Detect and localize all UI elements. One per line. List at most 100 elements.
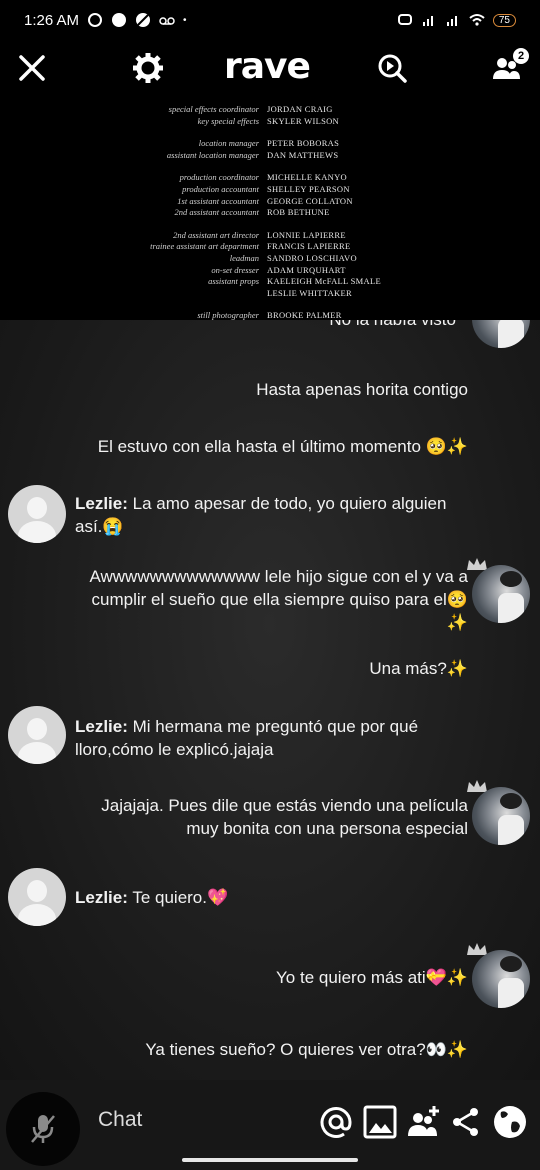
- share-icon: [453, 1108, 478, 1136]
- credit-row: production accountant SHELLEY PEARSON: [0, 184, 540, 196]
- message-text: Jajajaja. Pues dile que estás viendo una…: [101, 796, 468, 815]
- at-icon: [320, 1107, 352, 1138]
- credit-row: trainee assistant art department FRANCIS …: [0, 241, 540, 253]
- credit-row: on-set dresser ADAM URQUHART: [0, 265, 540, 277]
- mention-button[interactable]: [316, 1102, 356, 1142]
- credits-roll: special effects coordinator JORDAN CRAIG k…: [0, 104, 540, 320]
- notification-icon: [88, 13, 103, 27]
- globe-button[interactable]: [490, 1102, 530, 1142]
- message-text: Hasta apenas horita contigo: [256, 380, 468, 399]
- credit-role: 2nd assistant art director: [173, 229, 259, 240]
- message-bubble: Una más?✨: [168, 657, 468, 680]
- credit-row: 2nd assistant art director LONNIE LAPIERR…: [0, 230, 540, 242]
- home-indicator: [182, 1158, 358, 1162]
- credit-name: KAELEIGH McFALL SMALE: [267, 276, 381, 287]
- close-button[interactable]: [12, 48, 52, 88]
- avatar[interactable]: [8, 868, 66, 926]
- credit-role: [0, 288, 267, 300]
- close-icon: [19, 55, 45, 81]
- avatar[interactable]: [472, 950, 530, 1008]
- chat-input[interactable]: Chat: [98, 1108, 142, 1132]
- status-time: 1:26 AM: [24, 11, 80, 29]
- rave-logo: rave: [224, 46, 311, 87]
- image-icon: [363, 1105, 397, 1139]
- credit-row: 1st assistant accountant GEORGE COLLATON: [0, 196, 540, 208]
- credit-name: LESLIE WHITTAKER: [267, 287, 352, 298]
- credit-row: still photographer BROOKE PALMER: [0, 310, 540, 320]
- credit-name: ROB BETHUNE: [267, 207, 330, 218]
- message-text: Una más?✨: [369, 659, 468, 678]
- credit-row: production coordinator MICHELLE KANYO: [0, 172, 540, 184]
- message-bubble: Awwwwwwwwwwwww lele hijo sigue con el y …: [28, 565, 468, 634]
- credit-gap: [0, 299, 540, 310]
- message-text: Te quiero.💖: [132, 888, 229, 907]
- battery-indicator: 75: [492, 13, 516, 27]
- search-video-button[interactable]: [372, 48, 412, 88]
- credit-row: assistant props KAELEIGH McFALL SMALE: [0, 276, 540, 288]
- credit-row: leadman SANDRO LOSCHIAVO: [0, 253, 540, 265]
- credit-role: location manager: [198, 138, 259, 149]
- credit-row: assistant location manager DAN MATTHEWS: [0, 150, 540, 162]
- top-bar: rave 2: [0, 40, 540, 96]
- message-text: ✨: [446, 613, 468, 632]
- credit-role: on-set dresser: [211, 264, 259, 275]
- message-bubble: Lezlie: Te quiero.💖: [75, 886, 475, 909]
- wifi-icon: [469, 14, 485, 26]
- settings-button[interactable]: [128, 48, 168, 88]
- message-bubble: No la había visto: [136, 320, 456, 331]
- credit-role: assistant props: [208, 276, 259, 287]
- status-bar: 1:26 AM • 75: [0, 0, 540, 40]
- blocked-icon: [136, 13, 151, 27]
- mic-button[interactable]: [6, 1092, 80, 1166]
- credit-role: 2nd assistant accountant: [174, 207, 259, 218]
- avatar[interactable]: [472, 565, 530, 623]
- message-bubble: Yo te quiero más ati💝✨: [108, 966, 468, 989]
- credit-role: still photographer: [197, 310, 259, 320]
- message-text: Yo te quiero más ati💝✨: [276, 968, 468, 987]
- credit-row: location manager PETER BOBORAS: [0, 138, 540, 150]
- message-text: Ya tienes sueño? O quieres ver otra?👀✨: [145, 1040, 468, 1059]
- avatar[interactable]: [8, 706, 66, 764]
- credit-gap: [0, 219, 540, 230]
- credit-gap: [0, 161, 540, 172]
- rave-notification-icon: [112, 13, 127, 27]
- credit-name: SKYLER WILSON: [267, 115, 339, 126]
- credit-name: LONNIE LAPIERRE: [267, 229, 346, 240]
- credit-row: LESLIE WHITTAKER: [0, 288, 540, 300]
- credit-role: key special effects: [197, 115, 259, 126]
- voicemail-icon: [159, 17, 175, 25]
- credit-gap: [0, 127, 540, 138]
- message-text: muy bonita con una persona especial: [186, 819, 468, 838]
- globe-icon: [494, 1106, 526, 1138]
- credit-name: FRANCIS LAPIERRE: [267, 241, 351, 252]
- credit-row: key special effects SKYLER WILSON: [0, 116, 540, 128]
- message-text: El estuvo con ella hasta el último momen…: [97, 437, 468, 456]
- message-text: No la había visto: [329, 320, 456, 329]
- credit-name: SANDRO LOSCHIAVO: [267, 252, 357, 263]
- avatar[interactable]: [472, 787, 530, 845]
- participants-badge: 2: [513, 48, 529, 64]
- message-text: cumplir el sueño que ella siempre quiso …: [91, 590, 468, 609]
- credit-role: 1st assistant accountant: [177, 195, 259, 206]
- message-bubble: El estuvo con ella hasta el último momen…: [8, 435, 468, 458]
- message-bubble: Lezlie: La amo apesar de todo, yo quiero…: [75, 492, 475, 538]
- credit-name: MICHELLE KANYO: [267, 172, 347, 183]
- participants-button[interactable]: 2: [486, 48, 529, 88]
- image-button[interactable]: [360, 1102, 400, 1142]
- video-player[interactable]: special effects coordinator JORDAN CRAIG k…: [0, 96, 540, 320]
- add-user-button[interactable]: [404, 1102, 444, 1142]
- chat-area[interactable]: No la había visto Hasta apenas horita co…: [0, 320, 540, 1080]
- credit-role: production coordinator: [179, 172, 259, 183]
- message-text: Awwwwwwwwwwwww lele hijo sigue con el y …: [89, 567, 468, 586]
- share-button[interactable]: [446, 1102, 486, 1142]
- sender-name: Lezlie:: [75, 494, 128, 513]
- credit-name: BROOKE PALMER: [267, 310, 342, 320]
- add-people-icon: [408, 1106, 439, 1136]
- dot-icon: •: [183, 14, 187, 26]
- avatar[interactable]: [472, 320, 530, 348]
- search-play-icon: [378, 54, 407, 83]
- hotspot-icon: [397, 14, 412, 25]
- message-bubble: Jajajaja. Pues dile que estás viendo una…: [28, 794, 468, 840]
- avatar[interactable]: [8, 485, 66, 543]
- credit-row: special effects coordinator JORDAN CRAIG: [0, 104, 540, 116]
